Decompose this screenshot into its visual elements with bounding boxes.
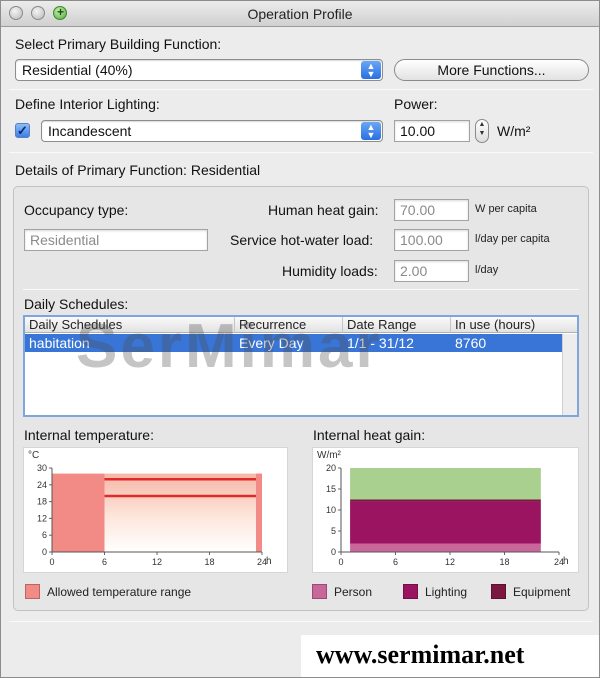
y-tick-label: 24 xyxy=(37,480,47,490)
allowed-range-area xyxy=(256,473,262,552)
interior-lighting-label: Define Interior Lighting: xyxy=(15,96,160,112)
y-tick-label: 15 xyxy=(326,484,336,494)
building-function-label: Select Primary Building Function: xyxy=(15,36,222,52)
building-function-select[interactable]: Residential (40%) ▲ ▼ xyxy=(15,59,383,81)
legend-swatch-lighting xyxy=(403,584,418,599)
legend-lighting: Lighting xyxy=(425,585,468,599)
humidity-loads-label: Humidity loads: xyxy=(282,263,378,279)
power-unit: W/m² xyxy=(497,123,531,139)
heat-gain-person-area xyxy=(350,543,541,552)
allowed-range-area xyxy=(52,473,105,552)
y-tick-label: 6 xyxy=(42,530,47,540)
x-tick-label: 18 xyxy=(499,557,509,567)
y-axis-unit: °C xyxy=(28,450,39,461)
human-heat-gain-field: 70.00 xyxy=(394,199,469,221)
y-tick-label: 5 xyxy=(331,526,336,536)
divider xyxy=(9,152,593,153)
temperature-chart-panel: °C h 0 6 12 18 24 30 0 6 12 18 24 xyxy=(23,447,288,573)
y-tick-label: 12 xyxy=(37,513,47,523)
x-tick-label: 6 xyxy=(102,557,107,567)
legend-swatch-equipment xyxy=(491,584,506,599)
lighting-checkbox[interactable]: ✓ xyxy=(15,123,30,138)
y-axis-unit: W/m² xyxy=(317,450,342,461)
heat-gain-equipment-area xyxy=(350,499,541,502)
x-tick-label: 6 xyxy=(393,557,398,567)
lighting-type-value: Incandescent xyxy=(48,123,132,139)
divider xyxy=(9,89,593,90)
heat-gain-chart: W/m²h051015200 6 12 18 24 xyxy=(317,450,569,567)
divider xyxy=(23,289,579,290)
y-tick-label: 10 xyxy=(326,505,336,515)
legend-temperature: Allowed temperature range xyxy=(47,585,192,599)
window-title: Operation Profile xyxy=(247,6,353,22)
humidity-loads-unit: l/day xyxy=(475,264,499,276)
y-tick-label: 20 xyxy=(326,463,336,473)
occupancy-type-field: Residential xyxy=(24,229,208,251)
heat-gain-chart-panel: W/m² h 0 5 10 15 20 0 6 12 18 24 xyxy=(312,447,579,573)
legend-swatch-person xyxy=(312,584,327,599)
x-tick-label: 0 xyxy=(49,557,54,567)
y-tick-label: 18 xyxy=(37,497,47,507)
internal-heat-gain-title: Internal heat gain: xyxy=(313,427,426,443)
table-cell: 8760 xyxy=(455,335,487,351)
legend-equipment: Equipment xyxy=(513,585,571,599)
building-function-value: Residential (40%) xyxy=(22,62,133,78)
heat-gain-band xyxy=(350,468,541,500)
watermark-logo: SerMimar xyxy=(76,312,383,381)
power-input[interactable]: 10.00 xyxy=(394,120,470,142)
updown-arrows-icon: ▲ ▼ xyxy=(361,61,381,79)
human-heat-gain-unit: W per capita xyxy=(475,203,537,215)
hot-water-load-label: Service hot-water load: xyxy=(230,232,374,248)
updown-arrows-icon: ▲ ▼ xyxy=(361,122,381,140)
x-tick-label: 12 xyxy=(445,557,455,567)
operation-profile-window: Operation Profile Select Primary Buildin… xyxy=(0,0,600,678)
table-scrollbar[interactable] xyxy=(562,334,577,415)
divider xyxy=(9,621,593,622)
human-heat-gain-label: Human heat gain: xyxy=(268,202,379,218)
x-tick-label: 24 xyxy=(554,557,564,567)
hot-water-load-unit: l/day per capita xyxy=(475,233,550,245)
power-stepper[interactable]: ▲ ▼ xyxy=(475,119,489,143)
occupancy-type-label: Occupancy type: xyxy=(24,202,129,218)
humidity-loads-field: 2.00 xyxy=(394,260,469,282)
y-tick-label: 0 xyxy=(331,547,336,557)
more-functions-button[interactable]: More Functions... xyxy=(394,59,589,81)
y-tick-label: 30 xyxy=(37,463,47,473)
allowed-range-area xyxy=(104,473,262,552)
x-tick-label: 24 xyxy=(257,557,267,567)
legend-swatch-temperature xyxy=(25,584,40,599)
daily-schedules-label: Daily Schedules: xyxy=(24,296,129,312)
power-label: Power: xyxy=(394,96,438,112)
internal-temperature-title: Internal temperature: xyxy=(24,427,154,443)
heat-gain-lighting-area xyxy=(350,501,541,544)
watermark-url: www.sermimar.net xyxy=(301,635,599,677)
title-bar: Operation Profile xyxy=(1,1,599,27)
y-tick-label: 0 xyxy=(42,547,47,557)
legend-person: Person xyxy=(334,585,373,599)
lighting-type-select[interactable]: Incandescent ▲ ▼ xyxy=(41,120,383,142)
x-tick-label: 18 xyxy=(204,557,214,567)
x-tick-label: 0 xyxy=(338,557,343,567)
x-tick-label: 12 xyxy=(152,557,162,567)
details-heading: Details of Primary Function: Residential xyxy=(15,162,261,178)
column-header[interactable]: In use (hours) xyxy=(451,317,563,333)
hot-water-load-field: 100.00 xyxy=(394,229,469,251)
temperature-chart: °Ch06121824300 6 12 18 24 xyxy=(28,450,272,567)
